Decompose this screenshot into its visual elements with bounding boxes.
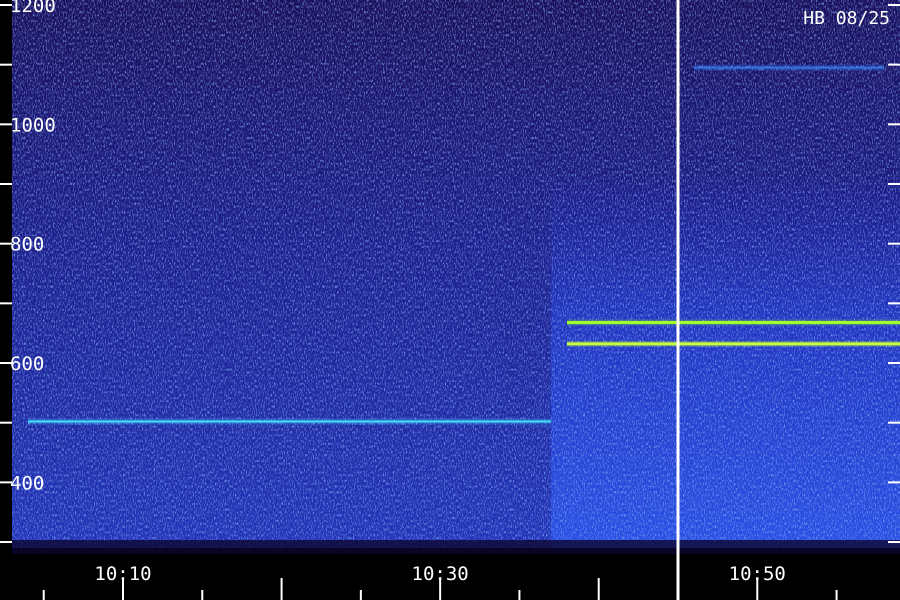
spectrogram-plot: 1200 1000 800 600 400 10:10 10:30 10:50 HB 08/2…	[0, 0, 900, 600]
spectrogram-chart: 1200 1000 800 600 400 10:10 10:30 10:50 HB 08/2…	[0, 0, 900, 600]
noise-bottom-band	[12, 540, 900, 554]
noise-texture	[12, 0, 900, 548]
x-tick-label-1030: 10:30	[412, 563, 469, 585]
y-tick-label-1200: 1200	[10, 0, 56, 17]
y-tick-label-800: 800	[10, 234, 44, 256]
station-label: HB 08/25	[803, 8, 890, 29]
y-tick-label-600: 600	[10, 353, 44, 375]
y-tick-label-400: 400	[10, 472, 44, 494]
x-tick-label-1050: 10:50	[729, 563, 786, 585]
y-tick-label-1000: 1000	[10, 114, 56, 136]
x-tick-label-1010: 10:10	[94, 563, 151, 585]
